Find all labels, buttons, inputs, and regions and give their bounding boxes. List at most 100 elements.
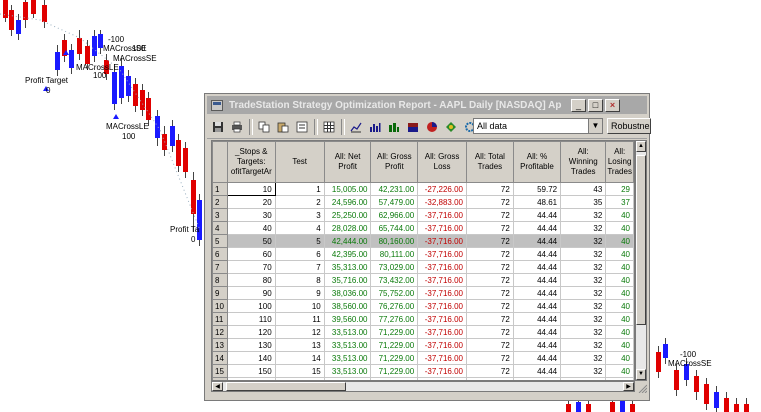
table-row[interactable]: 2 20 2 24,596.00 57,479.00 -32,883.00 72 48.61 3… (212, 195, 634, 209)
table-cell[interactable]: 120 (226, 325, 276, 339)
table-cell[interactable]: 72 (465, 234, 514, 248)
table-cell[interactable]: 72 (465, 260, 514, 274)
row-number[interactable]: 1 (212, 182, 228, 196)
param-column-header[interactable]: _Stops & Targets: ofitTargetAr (226, 141, 276, 183)
table-cell[interactable]: 43 (560, 182, 607, 196)
table-cell[interactable]: 40 (605, 299, 634, 313)
table-cell[interactable]: 44.44 (512, 221, 562, 235)
table-cell[interactable]: -37,716.00 (417, 247, 467, 261)
row-number-header[interactable] (212, 141, 228, 183)
resize-grip-icon[interactable] (637, 383, 647, 393)
table-cell[interactable]: 44.44 (512, 286, 562, 300)
table-cell[interactable]: 40 (605, 221, 634, 235)
table-cell[interactable]: 62,966.00 (370, 208, 419, 222)
row-number[interactable]: 8 (212, 273, 228, 287)
table-cell[interactable]: 14 (274, 351, 325, 365)
table-cell[interactable]: -27,226.00 (417, 182, 467, 196)
table-cell[interactable]: 9 (274, 286, 325, 300)
table-cell[interactable]: 42,444.00 (323, 234, 372, 248)
table-cell[interactable]: 44.44 (512, 338, 562, 352)
table-cell[interactable]: 1 (274, 182, 325, 196)
table-row[interactable]: 15 150 15 33,513.00 71,229.00 -37,716.00 72 44.… (212, 364, 634, 378)
table-cell[interactable]: 80 (226, 273, 276, 287)
row-number[interactable]: 2 (212, 195, 228, 209)
table-cell[interactable]: 72 (465, 312, 514, 326)
table-cell[interactable]: 72 (465, 351, 514, 365)
table-cell[interactable]: -37,716.00 (417, 325, 467, 339)
table-cell[interactable]: 60 (226, 247, 276, 261)
table-cell[interactable]: 80,160.00 (370, 234, 419, 248)
table-cell[interactable]: 8 (274, 273, 325, 287)
table-cell[interactable]: 35,313.00 (323, 260, 372, 274)
table-cell[interactable]: 80,111.00 (370, 247, 419, 261)
save-icon[interactable] (210, 119, 226, 135)
grid-view-icon[interactable] (321, 119, 337, 135)
table-cell[interactable]: 32 (560, 221, 607, 235)
table-cell[interactable]: 32 (560, 325, 607, 339)
table-cell[interactable]: 44.44 (512, 247, 562, 261)
table-cell[interactable]: 40 (605, 286, 634, 300)
table-cell[interactable]: 12 (274, 325, 325, 339)
properties-icon[interactable] (294, 119, 310, 135)
table-cell[interactable]: -37,716.00 (417, 208, 467, 222)
table-cell[interactable]: 40 (605, 364, 634, 378)
table-cell[interactable]: 32 (560, 286, 607, 300)
table-cell[interactable]: 44.44 (512, 208, 562, 222)
table-cell[interactable]: 15 (274, 364, 325, 378)
table-row[interactable]: 1 10 1 15,005.00 42,231.00 -27,226.00 72 59.72 4… (212, 182, 634, 196)
table-cell[interactable]: 44.44 (512, 364, 562, 378)
table-cell[interactable]: 5 (274, 234, 325, 248)
horizontal-scroll-thumb[interactable] (226, 382, 346, 391)
table-cell[interactable]: 100 (226, 299, 276, 313)
table-cell[interactable]: 40 (605, 208, 634, 222)
row-number[interactable]: 5 (212, 234, 228, 248)
table-cell[interactable]: 33,513.00 (323, 364, 372, 378)
table-cell[interactable]: 33,513.00 (323, 351, 372, 365)
table-cell[interactable]: 32 (560, 234, 607, 248)
table-cell[interactable]: -37,716.00 (417, 273, 467, 287)
histogram-icon[interactable] (386, 119, 402, 135)
table-cell[interactable]: 44.44 (512, 260, 562, 274)
table-cell[interactable]: 33,513.00 (323, 325, 372, 339)
table-row[interactable]: 13 130 13 33,513.00 71,229.00 -37,716.00 72 44.… (212, 338, 634, 352)
table-cell[interactable]: 50 (226, 234, 276, 248)
row-number[interactable]: 12 (212, 325, 228, 339)
table-cell[interactable]: -37,716.00 (417, 234, 467, 248)
bar-chart-icon[interactable] (367, 119, 383, 135)
table-row[interactable]: 11 110 11 39,560.00 77,276.00 -37,716.00 72 44.… (212, 312, 634, 326)
table-cell[interactable]: 110 (226, 312, 276, 326)
table-cell[interactable]: 72 (465, 286, 514, 300)
close-button[interactable]: × (605, 98, 620, 112)
vertical-scrollbar[interactable]: ▲ ▼ (635, 140, 647, 381)
table-cell[interactable]: 140 (226, 351, 276, 365)
table-cell[interactable]: -32,883.00 (417, 195, 467, 209)
table-cell[interactable]: 44.44 (512, 351, 562, 365)
vertical-scroll-thumb[interactable] (636, 155, 646, 325)
table-cell[interactable]: 32 (560, 260, 607, 274)
table-cell[interactable]: 44.44 (512, 312, 562, 326)
table-cell[interactable]: 59.72 (512, 182, 562, 196)
table-cell[interactable]: 40 (605, 351, 634, 365)
table-cell[interactable]: -37,716.00 (417, 221, 467, 235)
table-cell[interactable]: 71,229.00 (370, 364, 419, 378)
percent-profitable-column-header[interactable]: All: % Profitable (512, 141, 562, 183)
table-cell[interactable]: 76,276.00 (370, 299, 419, 313)
table-cell[interactable]: 40 (605, 273, 634, 287)
minimize-button[interactable]: _ (571, 98, 586, 112)
table-cell[interactable]: 72 (465, 325, 514, 339)
table-cell[interactable]: 72 (465, 299, 514, 313)
table-cell[interactable]: 35 (560, 195, 607, 209)
table-cell[interactable]: 32 (560, 312, 607, 326)
table-cell[interactable]: 72 (465, 338, 514, 352)
pie-chart-icon[interactable] (424, 119, 440, 135)
table-row[interactable]: 6 60 6 42,395.00 80,111.00 -37,716.00 72 44.44 3… (212, 247, 634, 261)
table-cell[interactable]: 40 (605, 325, 634, 339)
table-cell[interactable]: 73,029.00 (370, 260, 419, 274)
row-number[interactable]: 7 (212, 260, 228, 274)
table-cell[interactable]: -37,716.00 (417, 260, 467, 274)
table-row[interactable]: 10 100 10 38,560.00 76,276.00 -37,716.00 72 44.… (212, 299, 634, 313)
table-cell[interactable]: 4 (274, 221, 325, 235)
table-cell[interactable]: 35,716.00 (323, 273, 372, 287)
table-cell[interactable]: 48.61 (512, 195, 562, 209)
robustness-button[interactable]: Robustnes (607, 118, 651, 134)
